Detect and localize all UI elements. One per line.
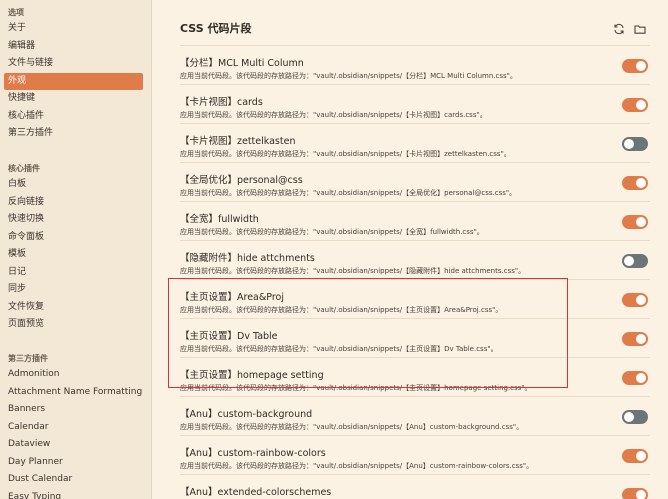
snippet-name: 【主页设置】Area&Proj [180,292,284,303]
snippet-name: 【Anu】custom-rainbow-colors [180,448,326,459]
snippet-toggle[interactable] [622,293,648,307]
sidebar-item-backlinks[interactable]: 反向链接 [0,194,151,212]
snippet-row: 【隐藏附件】hide attchments 应用当前代码段。该代码段的存放路径为：… [180,240,650,280]
snippet-toggle[interactable] [622,137,648,151]
sidebar-item-dust-calendar[interactable]: Dust Calendar [0,471,151,489]
sidebar-item-core-plugins[interactable]: 核心插件 [0,108,151,126]
sidebar-item-page-preview[interactable]: 页面预览 [0,316,151,334]
snippet-toggle[interactable] [622,254,648,268]
sidebar-item-templates[interactable]: 模板 [0,246,151,264]
snippet-row: 【主页设置】Dv Table 应用当前代码段。该代码段的存放路径为："vault/… [180,318,650,358]
snippet-description: 应用当前代码段。该代码段的存放路径为："vault/.obsidian/snip… [180,150,511,158]
sidebar-section-community-plugins: 第三方插件 Admonition Attachment Name Formatt… [0,352,151,499]
sidebar-item-canvas[interactable]: 白板 [0,176,151,194]
sidebar-item-day-planner[interactable]: Day Planner [0,454,151,472]
snippet-description: 应用当前代码段。该代码段的存放路径为："vault/.obsidian/snip… [180,345,498,353]
sidebar-section-title: 核心插件 [8,164,40,173]
snippet-toggle[interactable] [622,98,648,112]
sidebar-section-title: 选项 [8,8,24,17]
snippet-name: 【卡片视图】cards [180,97,263,108]
header-actions [613,20,646,35]
snippet-name: 【全局优化】personal@css [180,175,303,186]
sidebar-item-sync[interactable]: 同步 [0,281,151,299]
snippet-name: 【分栏】MCL Multi Column [180,58,304,69]
snippet-name: 【Anu】custom-background [180,409,313,420]
snippet-toggle[interactable] [622,371,648,385]
sidebar-section-options: 选项 关于 编辑器 文件与链接 外观 快捷键 核心插件 第三方插件 [0,6,151,143]
sidebar-section-core-plugins: 核心插件 白板 反向链接 快速切换 命令面板 模板 日记 同步 文件恢复 页面预… [0,162,151,334]
snippet-toggle[interactable] [622,488,648,499]
snippet-name: 【隐藏附件】hide attchments [180,253,315,264]
sidebar-item-calendar[interactable]: Calendar [0,419,151,437]
snippet-row: 【卡片视图】zettelkasten 应用当前代码段。该代码段的存放路径为："va… [180,123,650,163]
snippet-row: 【全局优化】personal@css 应用当前代码段。该代码段的存放路径为："va… [180,162,650,202]
sidebar-item-editor[interactable]: 编辑器 [0,38,151,56]
snippet-description: 应用当前代码段。该代码段的存放路径为："vault/.obsidian/snip… [180,462,534,470]
sidebar-item-admonition[interactable]: Admonition [0,366,151,384]
snippet-row: 【分栏】MCL Multi Column 应用当前代码段。该代码段的存放路径为："… [180,45,650,85]
snippet-description: 应用当前代码段。该代码段的存放路径为："vault/.obsidian/snip… [180,267,526,275]
snippet-name: 【Anu】extended-colorschemes [180,487,332,498]
snippet-row: 【Anu】custom-rainbow-colors 应用当前代码段。该代码段的存… [180,435,650,475]
snippet-toggle[interactable] [622,332,648,346]
reload-icon[interactable] [613,20,625,35]
snippet-row: 【卡片视图】cards 应用当前代码段。该代码段的存放路径为："vault/.ob… [180,84,650,124]
snippet-row: 【主页设置】Area&Proj 应用当前代码段。该代码段的存放路径为："vault… [180,279,650,319]
snippet-name: 【主页设置】homepage setting [180,370,324,381]
snippet-description: 应用当前代码段。该代码段的存放路径为："vault/.obsidian/snip… [180,111,487,119]
snippet-row: 【主页设置】homepage setting 应用当前代码段。该代码段的存放路径为… [180,357,650,397]
sidebar-item-quick-switcher[interactable]: 快速切换 [0,211,151,229]
snippet-name: 【卡片视图】zettelkasten [180,136,296,147]
snippet-toggle[interactable] [622,449,648,463]
snippet-description: 应用当前代码段。该代码段的存放路径为："vault/.obsidian/snip… [180,228,484,236]
snippet-row: 【Anu】extended-colorschemes应用当前代码段。该代码段的存… [180,474,650,499]
snippet-description: 应用当前代码段。该代码段的存放路径为："vault/.obsidian/snip… [180,189,517,197]
sidebar-item-about[interactable]: 关于 [0,20,151,38]
snippet-row: 【Anu】custom-background 应用当前代码段。该代码段的存放路径为… [180,396,650,436]
snippet-toggle[interactable] [622,410,648,424]
page-title: CSS 代码片段 [180,22,252,35]
sidebar-item-files-links[interactable]: 文件与链接 [0,55,151,73]
snippet-description: 应用当前代码段。该代码段的存放路径为："vault/.obsidian/snip… [180,72,517,80]
snippet-toggle[interactable] [622,176,648,190]
sidebar-section-title: 第三方插件 [8,354,48,363]
folder-icon[interactable] [634,20,646,34]
sidebar-item-attachment-name-formatting[interactable]: Attachment Name Formatting [0,384,151,402]
sidebar-item-dataview[interactable]: Dataview [0,436,151,454]
snippet-description: 应用当前代码段。该代码段的存放路径为："vault/.obsidian/snip… [180,423,524,431]
sidebar-item-banners[interactable]: Banners [0,401,151,419]
snippet-name: 【主页设置】Dv Table [180,331,278,342]
snippet-description: 应用当前代码段。该代码段的存放路径为："vault/.obsidian/snip… [180,306,503,314]
sidebar-item-community-plugins[interactable]: 第三方插件 [0,125,151,143]
sidebar-item-appearance[interactable]: 外观 [4,72,143,90]
snippet-description: 应用当前代码段。该代码段的存放路径为："vault/.obsidian/snip… [180,384,532,392]
settings-main-panel: CSS 代码片段 【分栏】MCL Multi Column 应用当前代码段。该代码… [152,0,668,499]
snippet-toggle[interactable] [622,215,648,229]
sidebar-item-hotkeys[interactable]: 快捷键 [0,90,151,108]
settings-sidebar: 选项 关于 编辑器 文件与链接 外观 快捷键 核心插件 第三方插件 核心插件 白… [0,0,152,499]
sidebar-item-command-palette[interactable]: 命令面板 [0,229,151,247]
sidebar-item-daily-notes[interactable]: 日记 [0,264,151,282]
sidebar-item-file-recovery[interactable]: 文件恢复 [0,299,151,317]
snippet-row: 【全宽】fullwidth 应用当前代码段。该代码段的存放路径为："vault/.… [180,201,650,241]
sidebar-item-easy-typing[interactable]: Easy Typing [0,489,151,499]
snippet-toggle[interactable] [622,59,648,73]
snippet-name: 【全宽】fullwidth [180,214,259,225]
